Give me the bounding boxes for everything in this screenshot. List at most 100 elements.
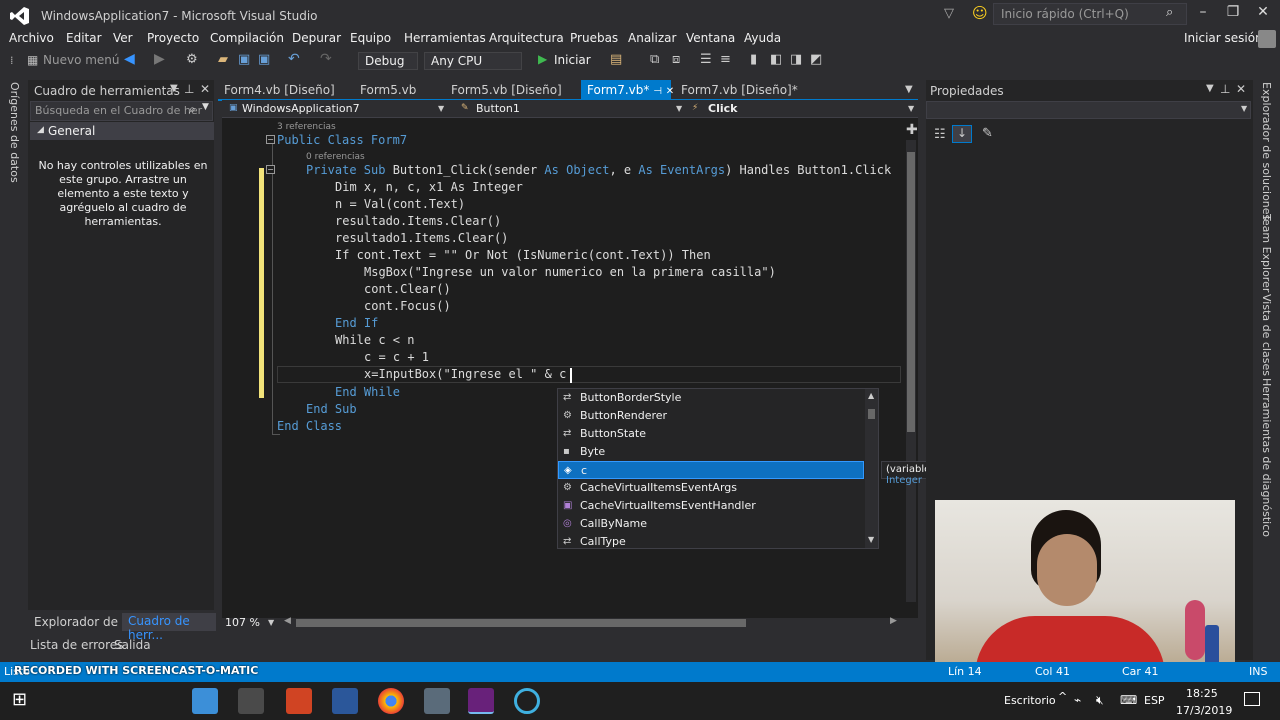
completion-item[interactable]: ⚙ ButtonRenderer: [558, 407, 864, 425]
tab-form7-design[interactable]: Form7.vb [Diseño]*: [675, 80, 804, 100]
completion-item[interactable]: ⇄ ButtonBorderStyle: [558, 389, 864, 407]
save-all-icon[interactable]: ▣: [258, 52, 270, 67]
menu-compilacion[interactable]: Compilación: [210, 31, 284, 45]
completion-item[interactable]: ▪ Byte: [558, 443, 864, 461]
tab-overflow-icon[interactable]: ▼: [905, 84, 913, 95]
menu-equipo[interactable]: Equipo: [350, 31, 391, 45]
tab-toolbox[interactable]: Cuadro de herr...: [122, 613, 216, 642]
split-editor-icon[interactable]: ✚: [906, 122, 918, 138]
solution-icon[interactable]: ⚙: [186, 52, 198, 67]
editor-scroll-thumb[interactable]: [907, 152, 915, 432]
completion-item[interactable]: ⚙ CacheVirtualItemsEventArgs: [558, 479, 864, 497]
keyboard-icon[interactable]: ⌨: [1120, 693, 1137, 707]
menu-pruebas[interactable]: Pruebas: [570, 31, 618, 45]
network-icon[interactable]: ⌁: [1074, 693, 1081, 707]
intellisense-popup[interactable]: ⇄ ButtonBorderStyle ⚙ ButtonRenderer ⇄ Butt…: [557, 388, 879, 549]
account-avatar-icon[interactable]: [1258, 30, 1276, 48]
tab-class-view[interactable]: Vista de clases: [1260, 294, 1273, 376]
tab-pin-icon[interactable]: ⊣: [653, 86, 662, 97]
menu-analizar[interactable]: Analizar: [628, 31, 676, 45]
tab-output[interactable]: Salida: [114, 638, 151, 652]
completion-item[interactable]: ⇄ CallType: [558, 533, 864, 551]
visual-studio-taskbar-icon[interactable]: [468, 688, 494, 714]
collapse-sub-icon[interactable]: −: [266, 165, 275, 174]
completion-item[interactable]: ◎ CallByName: [558, 515, 864, 533]
new-menu-button[interactable]: Nuevo menú: [43, 53, 120, 67]
scroll-up-icon[interactable]: ▲: [868, 391, 874, 400]
prop-menu-icon[interactable]: ▼: [1206, 83, 1214, 94]
properties-object-dropdown[interactable]: [926, 101, 1251, 119]
tab-form4-design[interactable]: Form4.vb [Diseño]: [218, 80, 341, 100]
close-button[interactable]: ✕: [1248, 4, 1278, 24]
completion-item[interactable]: ⇄ ButtonState: [558, 425, 864, 443]
taskbar-app-icon[interactable]: [192, 688, 218, 714]
prop-close-icon[interactable]: ✕: [1236, 82, 1246, 96]
tab-close-icon[interactable]: ✕: [666, 86, 674, 97]
menu-ventana[interactable]: Ventana: [686, 31, 735, 45]
undo-icon[interactable]: ↶: [288, 51, 300, 67]
search-options-icon[interactable]: ▼: [202, 102, 209, 112]
prop-pin-icon[interactable]: ⊥: [1220, 82, 1230, 96]
tab-team-explorer[interactable]: Team Explorer: [1260, 214, 1273, 292]
minimize-button[interactable]: –: [1188, 4, 1218, 24]
categorized-icon[interactable]: ☷: [934, 127, 946, 142]
horizontal-scroll-thumb[interactable]: [296, 619, 746, 627]
data-sources-tab[interactable]: Orígenes de datos: [8, 82, 21, 183]
tab-error-list[interactable]: Lista de errores: [30, 638, 123, 652]
toolbar-align-icon[interactable]: ☰: [700, 52, 712, 67]
word-icon[interactable]: [332, 688, 358, 714]
feedback-smiley-icon[interactable]: ☺: [972, 4, 988, 22]
menu-ayuda[interactable]: Ayuda: [744, 31, 781, 45]
back-icon[interactable]: ◀: [124, 51, 135, 67]
filter-icon[interactable]: ▽: [944, 6, 954, 21]
tab-diagnostic-tools[interactable]: Herramientas de diagnóstico: [1260, 378, 1273, 537]
chrome-icon[interactable]: [378, 688, 404, 714]
toolbox-search-input[interactable]: Búsqueda en el Cuadro de her: [30, 101, 213, 121]
menu-proyecto[interactable]: Proyecto: [147, 31, 199, 45]
forward-icon[interactable]: ▶: [154, 51, 165, 67]
pin-icon[interactable]: ⊥: [184, 82, 194, 96]
panel-menu-icon[interactable]: ▼: [170, 83, 178, 94]
config-dropdown[interactable]: Debug: [358, 52, 418, 70]
tab-solution-explorer-rail[interactable]: Explorador de soluciones: [1260, 82, 1273, 220]
menu-depurar[interactable]: Depurar: [292, 31, 341, 45]
member-dropdown[interactable]: Click: [690, 102, 916, 116]
menu-ver[interactable]: Ver: [113, 31, 133, 45]
completion-item[interactable]: ▣ CacheVirtualItemsEventHandler: [558, 497, 864, 515]
close-panel-icon[interactable]: ✕: [200, 82, 210, 96]
toolbar-indent-icon[interactable]: ≡: [720, 52, 731, 67]
bookmark-next-icon[interactable]: ◨: [790, 52, 802, 67]
menu-herramientas[interactable]: Herramientas: [404, 31, 486, 45]
start-button[interactable]: Iniciar: [554, 53, 591, 67]
open-folder-icon[interactable]: ▰: [218, 52, 228, 67]
bookmark-clear-icon[interactable]: ◩: [810, 52, 822, 67]
property-pages-icon[interactable]: ✎: [982, 126, 993, 141]
collapse-class-icon[interactable]: −: [266, 135, 275, 144]
redo-icon[interactable]: ↷: [320, 51, 332, 67]
toolbar-paste-icon[interactable]: ⧈: [672, 52, 680, 67]
tab-form5-design[interactable]: Form5.vb [Diseño]: [445, 80, 568, 100]
taskbar-app-icon[interactable]: [424, 688, 450, 714]
scroll-down-icon[interactable]: ▼: [868, 535, 874, 544]
object-dropdown[interactable]: Button1: [460, 102, 686, 116]
save-icon[interactable]: ▣: [238, 52, 250, 67]
tray-chevron-up-icon[interactable]: ^: [1058, 690, 1067, 703]
codelens-class-refs[interactable]: 3 referencias: [277, 122, 336, 132]
taskbar-app-icon[interactable]: [238, 688, 264, 714]
desktop-toolbar[interactable]: Escritorio: [1004, 694, 1056, 707]
bookmark-icon[interactable]: ▮: [750, 52, 757, 67]
toolbar-tools-icon[interactable]: ▤: [610, 52, 622, 67]
scroll-thumb[interactable]: [868, 409, 875, 419]
quick-launch-input[interactable]: Inicio rápido (Ctrl+Q): [993, 3, 1187, 25]
platform-dropdown[interactable]: Any CPU: [424, 52, 522, 70]
maximize-button[interactable]: ❐: [1218, 4, 1248, 24]
play-icon[interactable]: ▶: [538, 52, 547, 66]
collapse-icon[interactable]: ◢: [37, 125, 44, 135]
powerpoint-icon[interactable]: [286, 688, 312, 714]
screencast-taskbar-icon[interactable]: [514, 688, 540, 714]
notifications-icon[interactable]: [1244, 692, 1260, 706]
new-menu-icon[interactable]: ▦: [27, 53, 38, 67]
windows-start-icon[interactable]: ⊞: [12, 690, 32, 710]
tab-form5[interactable]: Form5.vb: [354, 80, 422, 100]
clock-time[interactable]: 18:25: [1186, 687, 1218, 700]
